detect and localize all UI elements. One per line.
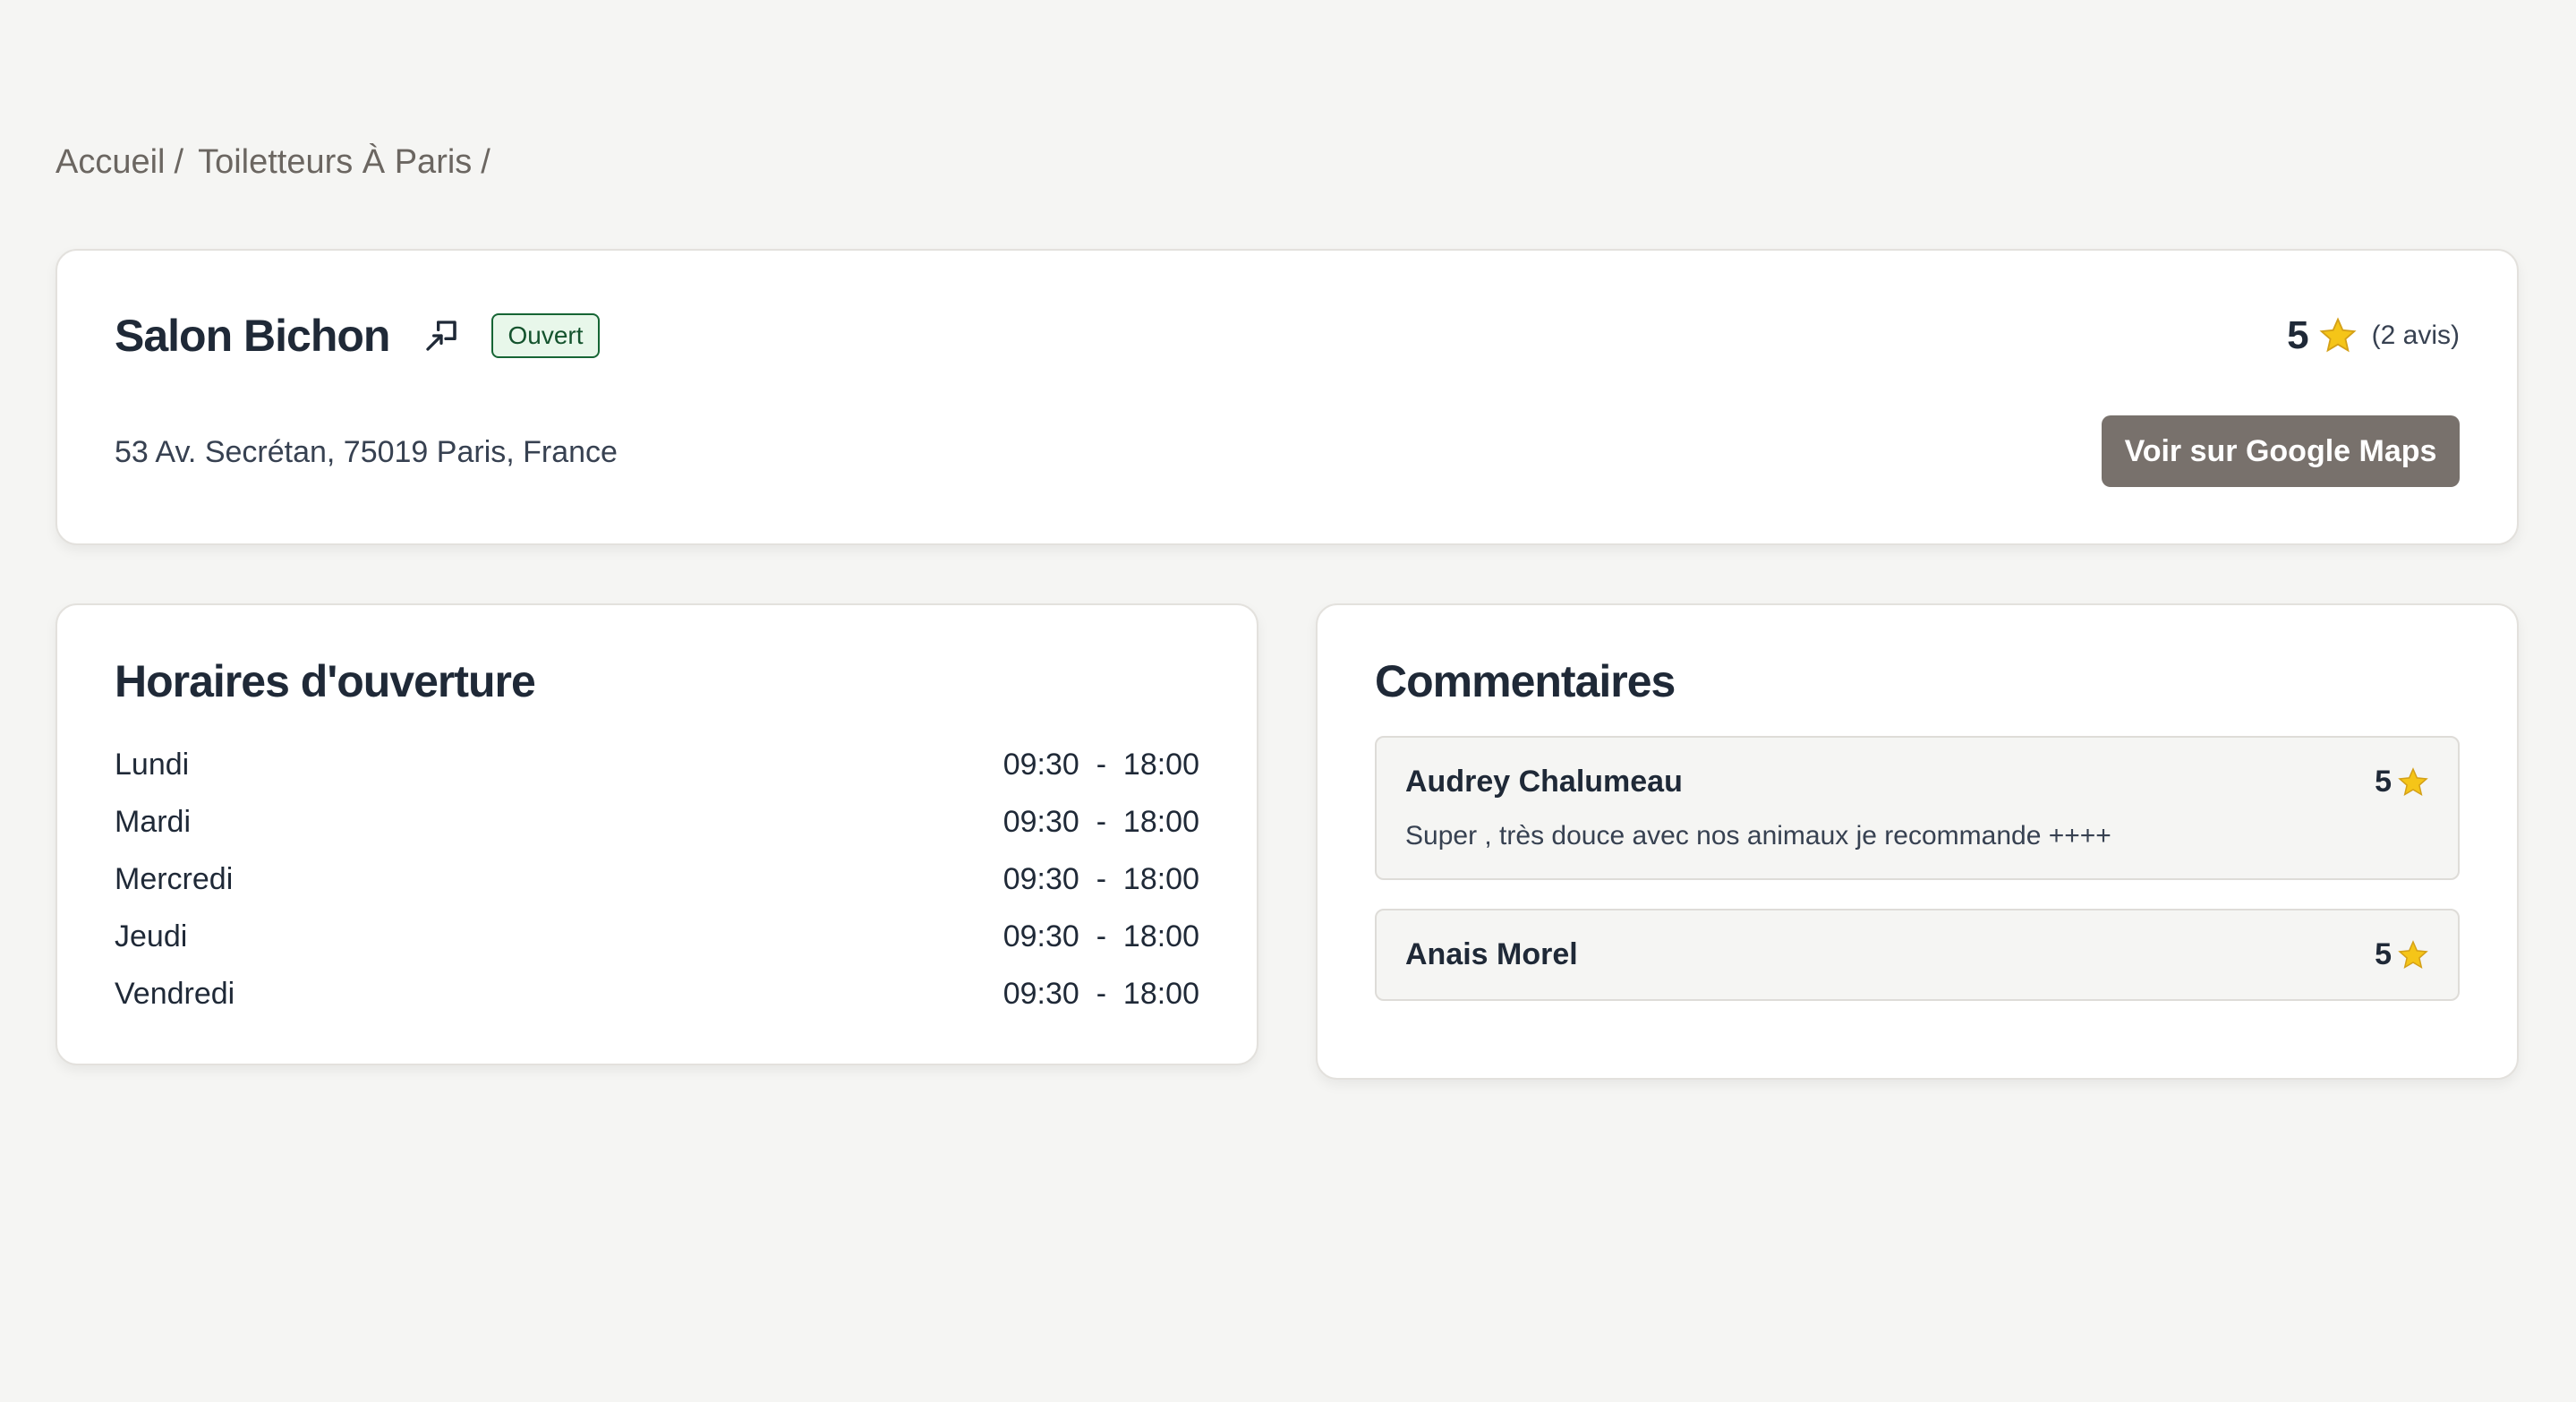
review-item: Audrey Chalumeau 5 Super , très douce av… [1375, 736, 2460, 880]
star-icon [2397, 939, 2429, 971]
hours-time: 09:30 - 18:00 [1002, 804, 1199, 839]
breadcrumb: Accueil / Toiletteurs À Paris / [55, 143, 505, 182]
rating-summary: 5 (2 avis) [2287, 313, 2460, 358]
breadcrumb-category-link[interactable]: Toiletteurs À Paris [198, 143, 472, 182]
salon-header-card: Salon Bichon Ouvert 5 (2 avis) 53 Av. Se… [55, 249, 2519, 545]
review-rating: 5 [2375, 765, 2429, 799]
star-icon [2397, 766, 2429, 799]
hours-day: Jeudi [115, 919, 188, 953]
review-header: Anais Morel 5 [1405, 937, 2429, 972]
review-author: Anais Morel [1405, 937, 1578, 971]
hours-time: 09:30 - 18:00 [1002, 747, 1199, 782]
review-rating: 5 [2375, 937, 2429, 972]
google-maps-button[interactable]: Voir sur Google Maps [2102, 415, 2460, 487]
opening-hours-list: Lundi 09:30 - 18:00 Mardi 09:30 - 18:00 … [115, 736, 1199, 1022]
hours-time: 09:30 - 18:00 [1002, 919, 1199, 953]
breadcrumb-separator: / [481, 143, 490, 181]
salon-address: 53 Av. Secrétan, 75019 Paris, France [115, 435, 618, 469]
hours-row-monday: Lundi 09:30 - 18:00 [115, 736, 1199, 793]
comments-card: Commentaires Audrey Chalumeau 5 Super , … [1316, 603, 2519, 1080]
hours-time: 09:30 - 18:00 [1002, 861, 1199, 896]
review-rating-value: 5 [2375, 765, 2392, 799]
star-icon [2318, 316, 2358, 355]
hours-day: Lundi [115, 747, 190, 782]
hours-row-friday: Vendredi 09:30 - 18:00 [115, 965, 1199, 1022]
breadcrumb-home-link[interactable]: Accueil [55, 143, 166, 182]
review-rating-value: 5 [2375, 937, 2392, 971]
salon-name: Salon Bichon [115, 311, 390, 361]
hours-row-wednesday: Mercredi 09:30 - 18:00 [115, 851, 1199, 908]
rating-value: 5 [2287, 313, 2309, 357]
hours-day: Vendredi [115, 976, 235, 1011]
review-list: Audrey Chalumeau 5 Super , très douce av… [1375, 736, 2460, 1030]
external-link-icon[interactable] [423, 318, 459, 354]
hours-day: Mercredi [115, 861, 234, 896]
opening-hours-title: Horaires d'ouverture [115, 656, 536, 706]
review-author: Audrey Chalumeau [1405, 765, 1683, 799]
hours-day: Mardi [115, 804, 192, 839]
hours-time: 09:30 - 18:00 [1002, 976, 1199, 1011]
reviews-count[interactable]: (2 avis) [2372, 321, 2460, 351]
review-header: Audrey Chalumeau 5 [1405, 765, 2429, 799]
opening-hours-card: Horaires d'ouverture Lundi 09:30 - 18:00… [55, 603, 1258, 1065]
review-item: Anais Morel 5 [1375, 909, 2460, 1001]
hours-row-thursday: Jeudi 09:30 - 18:00 [115, 908, 1199, 965]
breadcrumb-separator: / [174, 143, 184, 181]
status-badge: Ouvert [491, 313, 600, 358]
salon-title-row: Salon Bichon Ouvert [115, 310, 600, 362]
review-text: Super , très douce avec nos animaux je r… [1405, 821, 2111, 851]
comments-title: Commentaires [1375, 656, 1676, 706]
hours-row-tuesday: Mardi 09:30 - 18:00 [115, 793, 1199, 851]
